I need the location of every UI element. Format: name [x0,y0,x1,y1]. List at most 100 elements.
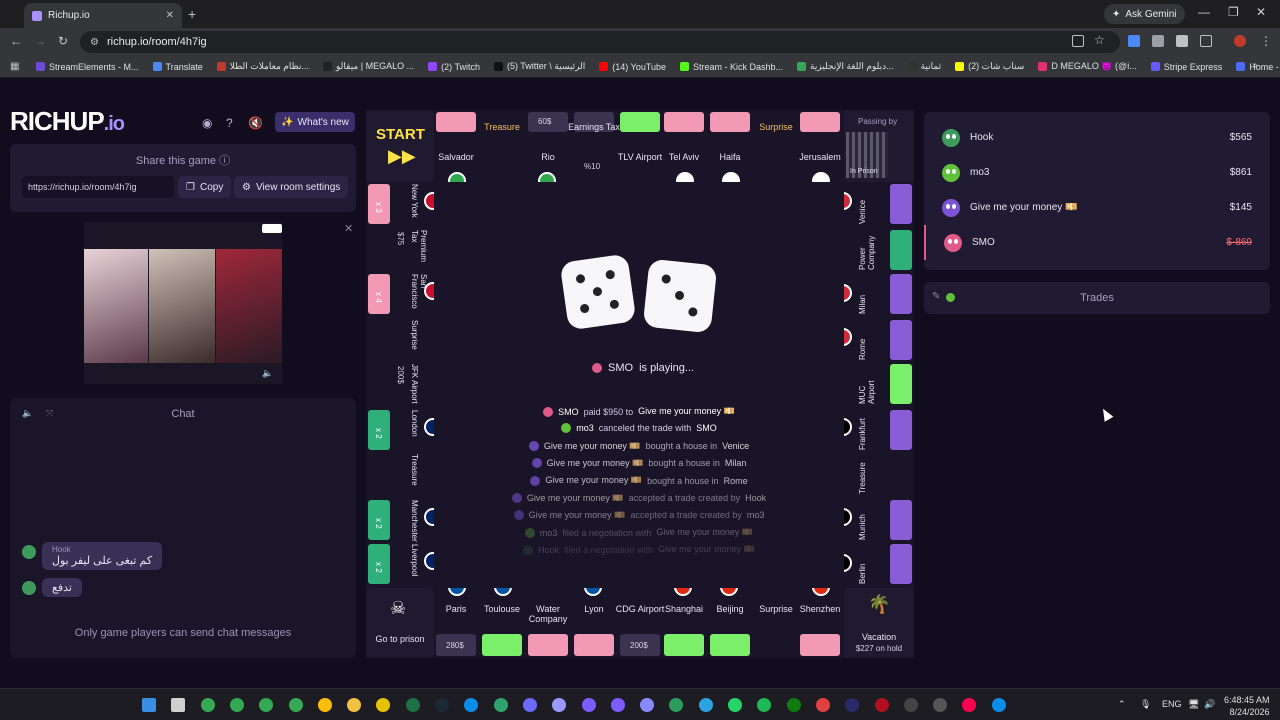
board-tile[interactable]: Lyon [572,588,616,658]
bookmark-item[interactable]: Translate [152,61,203,72]
board-tile[interactable]: Treasure [366,452,434,496]
taskbar-start-icon[interactable] [142,698,156,712]
mute-icon[interactable]: 🔇 [248,116,263,130]
taskbar-premiere-icon[interactable] [552,698,567,712]
bookmark-item[interactable]: (2) سناب شات [955,61,1024,72]
board-tile[interactable]: Power Company [844,228,914,272]
board-tile[interactable]: Milan [844,272,914,316]
info-icon[interactable]: ⓘ [219,155,230,167]
minimize-icon[interactable]: — [1198,5,1210,19]
close-window-icon[interactable]: ✕ [1256,5,1266,19]
taskbar-excel-icon[interactable] [405,698,420,712]
board-tile[interactable]: Toulouse [480,588,524,658]
new-tab-icon[interactable]: + [188,6,196,22]
board-tile[interactable]: JFK Airport 200$ [366,362,434,406]
taskbar-app-icon[interactable] [376,698,391,712]
taskbar-app-icon[interactable] [640,698,655,712]
bookmark-item[interactable]: ميقالو | MEGALO ... [323,61,414,72]
whats-new-button[interactable]: ✨ What's new [275,112,355,132]
ad-mute-icon[interactable]: 🔈 [262,368,273,379]
close-ad-icon[interactable]: ✕ [344,222,353,235]
board-tile[interactable]: Treasure [480,110,524,182]
system-clock[interactable]: 6:48:45 AM 8/24/2026 [1224,694,1270,718]
board-tile[interactable]: MUC Airport [844,362,914,406]
board-tile[interactable]: Treasure [844,452,914,496]
player-row[interactable]: mo3 $861 [924,155,1270,190]
player-row[interactable]: SMO $-869 [924,225,1270,260]
apps-icon[interactable]: ▦ [10,61,19,72]
board-tile[interactable]: Earnings Tax %10 [568,110,620,182]
taskbar-chrome-icon[interactable] [200,698,215,712]
taskbar-app-icon[interactable] [903,698,918,712]
board-tile[interactable]: Munich [844,498,914,542]
bookmark-item[interactable]: Stream - Kick Dashb... [680,61,783,72]
bookmark-item[interactable]: Stripe Express [1150,61,1222,72]
taskbar-steam-icon[interactable] [435,698,449,712]
board-tile[interactable]: Beijing [708,588,752,658]
taskbar-chrome-icon[interactable] [288,698,303,712]
more-bookmarks-icon[interactable]: » [1252,60,1258,71]
ad-info-icon[interactable] [262,224,282,233]
taskbar-app-icon[interactable] [522,698,537,712]
address-bar[interactable]: ⚙ richup.io/room/4h7ig [80,31,1120,53]
board-tile[interactable]: TLV Airport [618,110,662,182]
restore-icon[interactable]: ❐ [1228,5,1239,19]
menu-icon[interactable]: ⋮ [1260,34,1272,48]
board-tile[interactable]: Surprise [366,318,434,362]
bookmark-item[interactable]: StreamElements - M... [36,61,139,72]
discord-icon[interactable]: ◉ [202,116,212,130]
board-tile[interactable]: Rome [844,318,914,362]
player-row[interactable]: Hook $565 [924,120,1270,155]
bookmark-item[interactable]: (5) Twitter \ الرئيسية [493,61,585,72]
tray-chevron-icon[interactable]: ⌃ [1118,699,1126,710]
board-tile[interactable]: Frankfurt [844,408,914,452]
taskbar-app-icon[interactable] [669,698,684,712]
taskbar-app-icon[interactable] [815,698,830,712]
room-settings-button[interactable]: ⚙ View room settings [234,176,349,198]
copy-button[interactable]: ❐ Copy [178,176,232,198]
back-icon[interactable]: ← [10,34,22,48]
board-tile[interactable]: Venice [844,182,914,226]
taskbar-capcut-icon[interactable] [933,698,948,712]
taskbar-app-icon[interactable] [991,698,1006,712]
taskbar-app-icon[interactable] [610,698,625,712]
share-url-field[interactable]: https://richup.io/room/4h7ig [22,176,174,198]
forward-icon[interactable]: → [34,34,46,48]
close-tab-icon[interactable]: ✕ [166,10,174,21]
board-tile[interactable]: Paris 280$ [434,588,478,658]
taskbar-folder-icon[interactable] [347,698,362,712]
language-indicator[interactable]: ENG [1162,699,1182,709]
taskbar-xbox-icon[interactable] [786,698,801,712]
help-icon[interactable]: ? [226,116,233,130]
install-icon[interactable] [1072,35,1084,47]
bookmark-item[interactable]: ثمانية [907,61,941,72]
bookmark-item[interactable]: نظام معاملات الطلا... [216,61,309,72]
extension-icon[interactable] [1128,35,1140,47]
network-icon[interactable]: 🖥 [1188,699,1199,710]
mic-icon[interactable]: 🎙 [1140,699,1151,710]
board-tile[interactable]: Surprise [754,110,798,182]
bookmark-star-icon[interactable]: ☆ [1094,33,1105,47]
board-tile[interactable]: Berlin [844,542,914,586]
taskbar-whatsapp-icon[interactable] [728,698,742,712]
taskbar-chrome-icon[interactable] [229,698,244,712]
taskbar-app-icon[interactable] [845,698,860,712]
volume-icon[interactable]: 🔊 [1204,699,1215,710]
board-tile[interactable]: Shanghai [662,588,706,658]
bookmark-item[interactable]: (14) YouTube [599,61,666,72]
taskbar-chrome-icon[interactable] [259,698,274,712]
board-tile[interactable]: Surprise [754,588,798,658]
site-info-icon[interactable]: ⚙ [90,37,99,48]
taskbar-spotify-icon[interactable] [757,698,772,712]
shield-icon[interactable] [1152,35,1164,47]
bookmark-item[interactable]: (2) Twitch [428,61,480,72]
trades-panel[interactable]: ✎ Trades [924,282,1270,314]
taskbar-edge-icon[interactable] [493,698,508,712]
browser-tab[interactable]: Richup.io ✕ [24,3,182,28]
board-tile[interactable]: Water Company [526,588,570,658]
reload-icon[interactable]: ↻ [58,34,68,48]
profile-avatar[interactable] [1234,35,1246,47]
taskbar-chrome-icon[interactable] [317,698,332,712]
taskbar-search-icon[interactable] [171,698,186,712]
wallet-icon[interactable] [1176,35,1188,47]
